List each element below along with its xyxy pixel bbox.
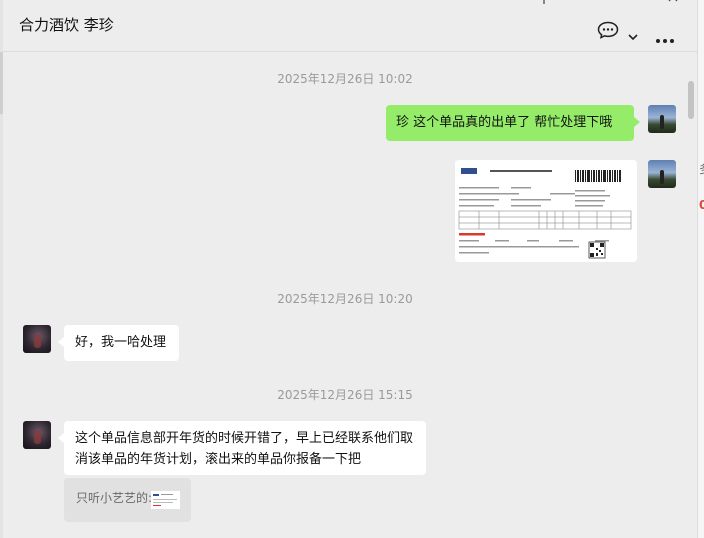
timestamp: 2025年12月26日 10:20 — [277, 292, 413, 306]
message-bubble-other[interactable]: 这个单品信息部开年货的时候开错了，早上已经联系他们取 消该单品的年货计划，滚出来… — [58, 421, 426, 475]
quoted-message[interactable]: 只听小艺艺的: — [64, 478, 191, 522]
message-line: 这个单品信息部开年货的时候开错了，早上已经联系他们取 — [75, 431, 414, 446]
scrollbar-thumb[interactable] — [688, 81, 694, 119]
chevron-down-icon[interactable] — [628, 26, 638, 41]
quote-text: 只听小艺艺的: — [76, 491, 153, 505]
chat-title: 合力酒饮 李珍 — [19, 16, 114, 34]
order-receipt-image[interactable] — [455, 160, 637, 262]
avatar-other[interactable] — [23, 421, 51, 449]
message-line: 消该单品的年货计划，滚出来的单品你报备一下把 — [75, 452, 362, 467]
maximize-icon[interactable] — [627, 0, 641, 5]
quote-thumbnail — [151, 491, 180, 509]
avatar-self[interactable] — [648, 105, 676, 133]
avatar-other[interactable] — [23, 325, 51, 353]
avatar-self[interactable] — [648, 160, 676, 188]
close-icon[interactable] — [668, 0, 682, 5]
message-bubble-other[interactable]: 好，我一哈处理 — [58, 325, 179, 361]
chat-bubble-icon[interactable] — [597, 21, 619, 39]
chat-header: 合力酒饮 李珍 — [3, 0, 697, 52]
pin-icon[interactable] — [538, 0, 552, 5]
more-options-icon[interactable] — [655, 29, 675, 43]
timestamp: 2025年12月26日 15:15 — [277, 388, 413, 402]
right-window-edge: 多 08 — [697, 0, 704, 538]
message-list[interactable]: 2025年12月26日 10:02 珍 这个单品真的出单了 帮忙处理下哦 202… — [3, 52, 697, 538]
message-bubble-self[interactable]: 珍 这个单品真的出单了 帮忙处理下哦 — [386, 105, 640, 141]
timestamp: 2025年12月26日 10:02 — [277, 72, 413, 86]
